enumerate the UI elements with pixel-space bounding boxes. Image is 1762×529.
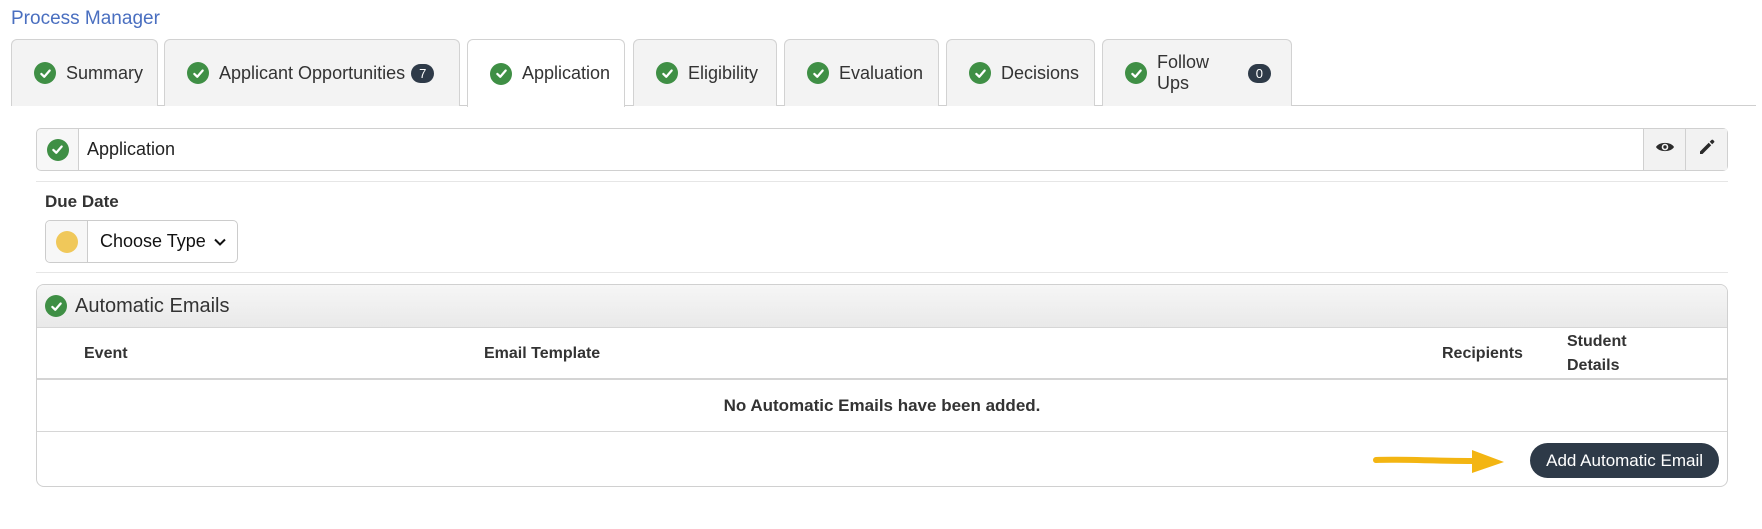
tab-label: Eligibility [688, 62, 759, 83]
check-circle-icon [807, 62, 829, 84]
column-header-event: Event [84, 345, 128, 362]
status-cell [37, 129, 79, 170]
table-header: Event Email Template Recipients Student … [37, 328, 1727, 380]
tab-label: Application [522, 63, 611, 83]
tab-label: Applicant Opportunities [219, 62, 406, 83]
check-circle-icon [187, 62, 209, 84]
tab-applicant-opportunities[interactable]: Applicant Opportunities 7 [164, 39, 460, 106]
column-header-email-template: Email Template [484, 345, 601, 362]
pencil-icon [1698, 138, 1716, 161]
due-date-type-select[interactable]: Choose Type [45, 220, 238, 263]
count-badge: 7 [411, 63, 435, 83]
tab-eligibility[interactable]: Eligibility [633, 39, 777, 106]
add-automatic-email-button[interactable]: Add Automatic Email [1530, 443, 1719, 478]
tab-decisions[interactable]: Decisions [946, 39, 1095, 106]
tab-application[interactable]: Application [467, 39, 625, 107]
check-circle-icon [46, 138, 69, 161]
process-tabs: Summary Applicant Opportunities 7 Applic… [11, 39, 1756, 107]
application-section-bar: Application [36, 128, 1728, 171]
check-circle-icon [34, 62, 56, 84]
check-circle-icon [656, 62, 678, 84]
section-title: Application [79, 129, 1643, 170]
panel-title: Automatic Emails [75, 294, 230, 317]
due-date-label: Due Date [45, 192, 119, 211]
check-circle-icon [490, 62, 512, 85]
tab-evaluation[interactable]: Evaluation [784, 39, 939, 106]
check-circle-icon [969, 62, 991, 84]
divider [36, 272, 1728, 273]
edit-button[interactable] [1685, 129, 1727, 170]
process-manager-link[interactable]: Process Manager [11, 8, 160, 30]
tab-label: Follow Ups [1157, 52, 1210, 93]
column-header-recipients: Recipients [1442, 345, 1523, 362]
column-header-student-details: Student Details [1567, 333, 1627, 374]
check-circle-icon [1125, 62, 1147, 84]
arrow-right-icon [1373, 450, 1504, 473]
count-badge: 0 [1247, 63, 1271, 83]
preview-button[interactable] [1643, 129, 1685, 170]
tab-summary[interactable]: Summary [11, 39, 158, 106]
divider [36, 181, 1728, 182]
selected-value: Choose Type [100, 231, 206, 251]
tab-follow-ups[interactable]: Follow Ups 0 [1102, 39, 1292, 106]
empty-table-message: No Automatic Emails have been added. [37, 380, 1727, 432]
eye-icon [1655, 140, 1675, 159]
check-circle-icon [45, 295, 67, 317]
status-cell [46, 221, 88, 262]
tab-label: Summary [66, 62, 144, 83]
tab-label: Decisions [1001, 62, 1080, 83]
chevron-down-icon [214, 234, 226, 249]
tab-label: Evaluation [839, 62, 924, 83]
panel-header: Automatic Emails [37, 285, 1727, 328]
choose-type-dropdown[interactable]: Choose Type [88, 221, 237, 262]
status-dot-icon [55, 230, 78, 253]
